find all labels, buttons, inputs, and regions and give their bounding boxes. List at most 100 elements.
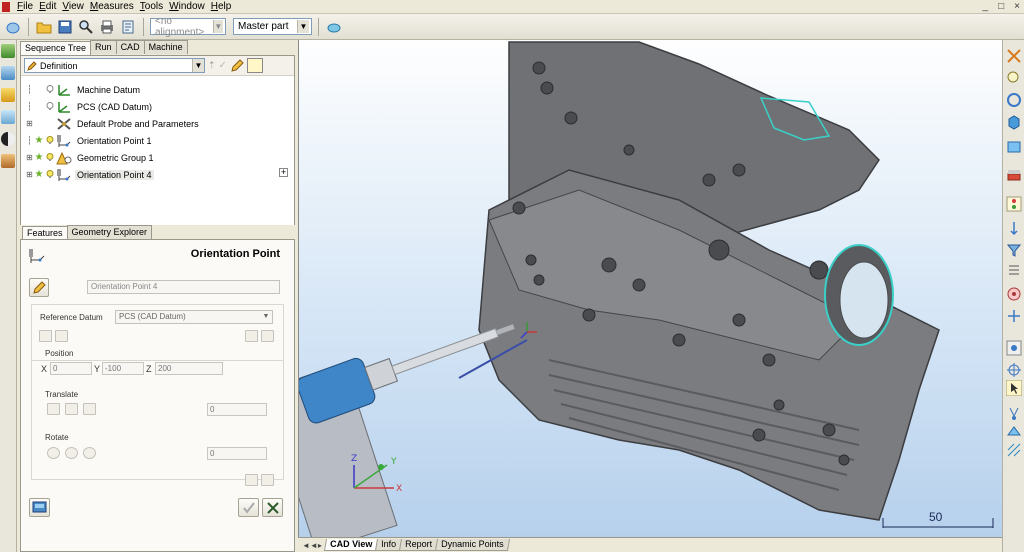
crosshair-icon[interactable] — [1006, 362, 1022, 378]
translate-x-icon[interactable] — [47, 403, 60, 415]
cad-viewport[interactable]: Z X Y 50 — [298, 40, 1002, 537]
tab-sequence-tree[interactable]: Sequence Tree — [20, 41, 92, 55]
plane-icon[interactable] — [1006, 424, 1022, 440]
rotate-z-icon[interactable] — [83, 447, 96, 459]
menu-file[interactable]: File — [14, 0, 36, 13]
cube-view-icon[interactable] — [1006, 114, 1022, 130]
rotate-x-icon[interactable] — [47, 447, 60, 459]
section-view-icon[interactable] — [1006, 166, 1022, 182]
tab-cad-view[interactable]: CAD View — [323, 539, 379, 551]
minimize-button[interactable]: _ — [983, 1, 989, 12]
measure-icon[interactable] — [1, 44, 15, 58]
tab-run[interactable]: Run — [90, 40, 117, 54]
rotate-view-icon[interactable] — [1006, 92, 1022, 108]
alignment-select[interactable]: <no alignment> ▼ — [150, 16, 226, 38]
reference-datum-select[interactable]: PCS (CAD Datum) ▼ — [115, 310, 273, 324]
new-file-icon[interactable] — [4, 18, 22, 36]
tab-machine[interactable]: Machine — [143, 40, 188, 54]
tab-geometry-explorer[interactable]: Geometry Explorer — [66, 225, 153, 239]
bulb-icon[interactable] — [46, 136, 54, 145]
cloud-shape-icon[interactable] — [325, 18, 343, 36]
part-select[interactable]: Master part ▼ — [233, 18, 312, 35]
menu-window[interactable]: Window — [166, 0, 208, 13]
measure-point-icon[interactable] — [1006, 340, 1022, 356]
edit-pencil-icon[interactable] — [230, 58, 244, 73]
accept-button[interactable] — [238, 498, 259, 517]
surface-icon[interactable] — [1, 110, 15, 124]
expand-icon[interactable]: ⊞ — [25, 170, 34, 179]
tab-features[interactable]: Features — [22, 226, 68, 240]
fit-view-icon[interactable] — [1006, 48, 1022, 64]
x-input[interactable]: 0 — [50, 362, 92, 375]
feature-name-field[interactable]: Orientation Point 4 — [87, 280, 280, 294]
refresh-icon[interactable] — [261, 330, 274, 342]
menu-edit[interactable]: Edit — [36, 0, 59, 13]
target-icon[interactable] — [1, 132, 15, 146]
tree-item-default-probe[interactable]: ⊞ Default Probe and Parameters — [21, 115, 294, 132]
tools-icon[interactable] — [1, 154, 15, 168]
points-display-icon[interactable] — [1006, 196, 1022, 212]
bulb-icon[interactable] — [46, 153, 54, 162]
add-node-icon[interactable]: + — [279, 168, 288, 177]
tree-line: ┆ — [27, 102, 32, 111]
front-view-icon[interactable] — [1006, 138, 1022, 154]
probe-direction-icon[interactable] — [1006, 220, 1022, 236]
select-arrow-icon[interactable] — [1006, 380, 1022, 396]
tree-item-pcs-datum[interactable]: ┆ PCS (CAD Datum) — [21, 98, 294, 115]
tree-item-orientation-point-4[interactable]: ⊞ ★ Orientation Point 4 — [21, 166, 294, 183]
print-icon[interactable] — [98, 18, 116, 36]
feature-body: Orientation Point Orientation Point 4 Re… — [20, 239, 295, 552]
z-input[interactable]: 200 — [155, 362, 223, 375]
scan-icon[interactable] — [1006, 442, 1022, 458]
translate-z-icon[interactable] — [83, 403, 96, 415]
open-folder-icon[interactable] — [35, 18, 53, 36]
menu-help[interactable]: Help — [208, 0, 235, 13]
bulb-icon[interactable] — [46, 170, 54, 179]
tree-item-label: Geometric Group 1 — [77, 152, 154, 163]
tree-item-orientation-point-1[interactable]: ┆ ★ Orientation Point 1 — [21, 132, 294, 149]
undo-icon[interactable] — [245, 474, 258, 486]
rotate-input[interactable]: 0 — [207, 447, 267, 460]
check-icon[interactable]: ✓ — [219, 60, 227, 71]
y-input[interactable]: -100 — [102, 362, 144, 375]
rotate-y-icon[interactable] — [65, 447, 78, 459]
menu-measures[interactable]: Measures — [87, 0, 137, 13]
expand-icon[interactable]: ⊞ — [25, 153, 34, 162]
filter-icon[interactable] — [1006, 242, 1022, 258]
axis-labels-icon[interactable] — [1006, 262, 1022, 278]
definition-select[interactable]: Definition ▼ — [24, 58, 205, 73]
expand-icon[interactable]: ⊞ — [25, 119, 34, 128]
tree-item-geometric-group-1[interactable]: ⊞ ★ Geometric Group 1 — [21, 149, 294, 166]
bulb-icon[interactable] — [46, 102, 54, 111]
menu-tools[interactable]: Tools — [137, 0, 166, 13]
zoom-icon[interactable] — [77, 18, 95, 36]
translate-y-icon[interactable] — [65, 403, 78, 415]
tab-dynamic-points[interactable]: Dynamic Points — [435, 539, 510, 551]
tab-cad[interactable]: CAD — [115, 40, 145, 54]
align-icon[interactable] — [1006, 308, 1022, 324]
translate-input[interactable]: 0 — [207, 403, 267, 416]
properties-icon[interactable] — [246, 58, 263, 73]
construct-icon[interactable] — [1, 88, 15, 102]
zoom-icon[interactable] — [1006, 70, 1022, 86]
target-view-icon[interactable] — [1006, 286, 1022, 302]
cancel-button[interactable] — [262, 498, 283, 517]
bulb-icon[interactable] — [46, 85, 54, 94]
redo-icon[interactable] — [261, 474, 274, 486]
close-button[interactable]: × — [1014, 1, 1020, 12]
tab-report[interactable]: Report — [399, 539, 439, 551]
datum-tool-icon[interactable] — [55, 330, 68, 342]
maximize-button[interactable]: □ — [998, 1, 1004, 12]
print-preview-icon[interactable] — [119, 18, 137, 36]
align-tool-icon[interactable] — [245, 330, 258, 342]
move-up-icon[interactable]: ⇡ — [208, 60, 216, 71]
shape-icon[interactable] — [1, 66, 15, 80]
probe-icon[interactable] — [1006, 406, 1022, 422]
save-icon[interactable] — [56, 18, 74, 36]
menu-view[interactable]: View — [59, 0, 87, 13]
edit-name-button[interactable] — [29, 278, 49, 297]
tab-scroll-icon[interactable]: ◄◄▸ — [302, 541, 322, 550]
datum-tool-icon[interactable] — [39, 330, 52, 342]
tree-item-machine-datum[interactable]: ┆ Machine Datum — [21, 81, 294, 98]
view-image-button[interactable] — [29, 498, 50, 517]
